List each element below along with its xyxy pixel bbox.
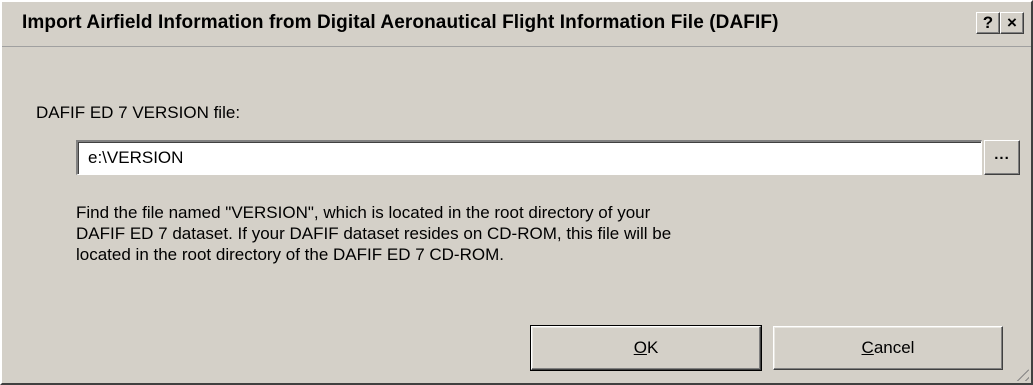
help-button[interactable]: ? xyxy=(976,12,1000,34)
close-button[interactable]: × xyxy=(1000,12,1024,34)
window-title: Import Airfield Information from Digital… xyxy=(22,12,779,33)
cancel-label-rest: ancel xyxy=(873,338,915,357)
help-line: located in the root directory of the DAF… xyxy=(76,245,504,264)
ok-label-rest: K xyxy=(646,338,659,357)
cancel-button[interactable]: Cancel xyxy=(773,326,1003,370)
help-line: Find the file named "VERSION", which is … xyxy=(76,203,651,222)
ok-button[interactable]: OK xyxy=(530,325,762,371)
browse-button[interactable]: ... xyxy=(984,140,1020,175)
cancel-mnemonic: C xyxy=(861,338,874,357)
import-dafif-dialog: Import Airfield Information from Digital… xyxy=(0,0,1033,385)
version-file-input[interactable] xyxy=(76,140,982,175)
help-description: Find the file named "VERSION", which is … xyxy=(76,202,876,265)
title-bar[interactable]: Import Airfield Information from Digital… xyxy=(2,2,1031,47)
resize-grip-icon[interactable] xyxy=(1013,365,1029,381)
help-line: DAFIF ED 7 dataset. If your DAFIF datase… xyxy=(76,224,672,243)
ok-mnemonic: O xyxy=(633,338,647,357)
version-file-label: DAFIF ED 7 VERSION file: xyxy=(36,103,241,122)
